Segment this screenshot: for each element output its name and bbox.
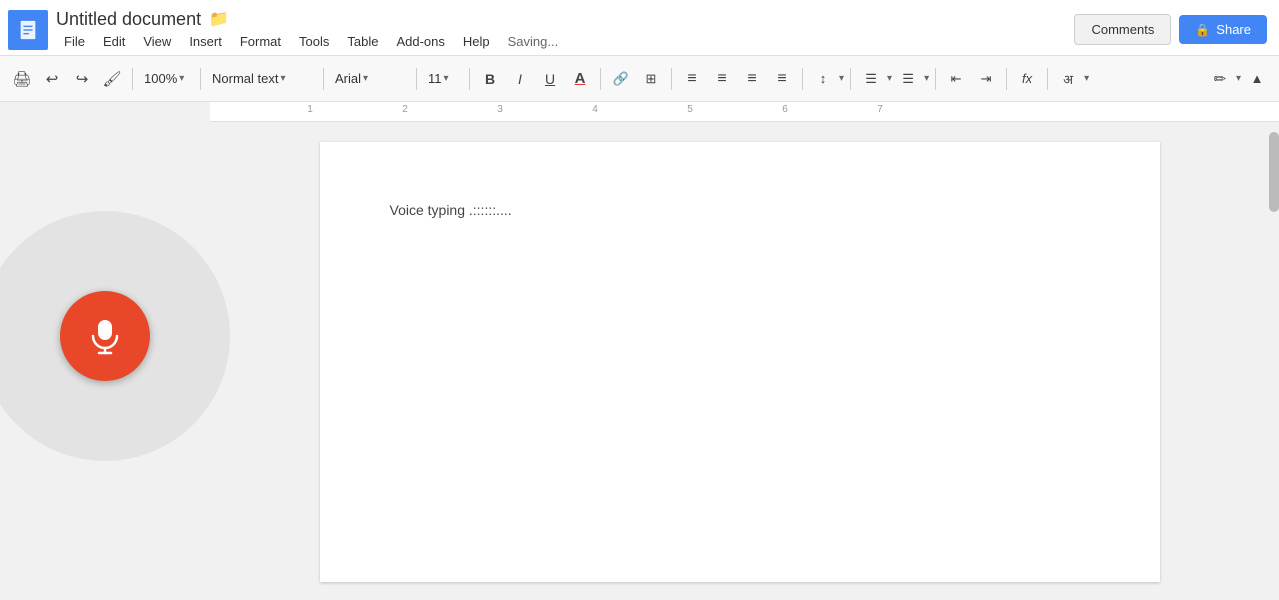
indent-less-button[interactable]: ⇤ bbox=[942, 65, 970, 93]
document-title[interactable]: Untitled document bbox=[56, 9, 201, 30]
menu-addons[interactable]: Add-ons bbox=[388, 32, 452, 51]
style-arrow: ▾ bbox=[280, 73, 285, 84]
ruler-mark-1: 1 bbox=[307, 104, 313, 115]
ruler-mark-4: 4 bbox=[592, 104, 598, 115]
ruler-mark-3: 3 bbox=[497, 104, 503, 115]
bold-button[interactable]: B bbox=[476, 65, 504, 93]
special-arrow: ▾ bbox=[1084, 73, 1089, 84]
zoom-value: 100% bbox=[144, 71, 177, 86]
document-text: Voice typing .::::::.... bbox=[390, 202, 512, 218]
toolbar-divider-5 bbox=[469, 68, 470, 90]
toolbar-divider-9 bbox=[850, 68, 851, 90]
size-select[interactable]: 11 ▾ bbox=[423, 65, 463, 93]
align-right-button[interactable]: ≡ bbox=[738, 65, 766, 93]
menu-table[interactable]: Table bbox=[339, 32, 386, 51]
style-value: Normal text bbox=[212, 71, 278, 86]
menu-file[interactable]: File bbox=[56, 32, 93, 51]
menu-bar: File Edit View Insert Format Tools Table… bbox=[56, 32, 1074, 51]
scrollbar-thumb[interactable] bbox=[1269, 132, 1279, 212]
undo-button[interactable]: ↩ bbox=[38, 65, 66, 93]
num-list-arrow: ▾ bbox=[887, 73, 892, 84]
toolbar-divider-8 bbox=[802, 68, 803, 90]
lock-icon: 🔒 bbox=[1195, 23, 1210, 37]
line-spacing-button[interactable]: ↕ bbox=[809, 65, 837, 93]
toolbar-divider-1 bbox=[132, 68, 133, 90]
ruler-mark-6: 6 bbox=[782, 104, 788, 115]
menu-insert[interactable]: Insert bbox=[181, 32, 230, 51]
underline-button[interactable]: U bbox=[536, 65, 564, 93]
toolbar-divider-12 bbox=[1047, 68, 1048, 90]
toolbar-divider-7 bbox=[671, 68, 672, 90]
zoom-arrow: ▾ bbox=[179, 73, 184, 84]
formula-button[interactable]: fx bbox=[1013, 65, 1041, 93]
text-color-button[interactable]: A bbox=[566, 65, 594, 93]
toolbar-divider-11 bbox=[1006, 68, 1007, 90]
toolbar-divider-2 bbox=[200, 68, 201, 90]
zoom-select[interactable]: 100% ▾ bbox=[139, 65, 194, 93]
saving-status: Saving... bbox=[508, 34, 559, 51]
document-content[interactable]: Voice typing .::::::.... bbox=[390, 202, 1090, 218]
comments-button[interactable]: Comments bbox=[1074, 14, 1171, 45]
print-button[interactable]: 🖨 bbox=[8, 65, 36, 93]
align-center-button[interactable]: ≡ bbox=[708, 65, 736, 93]
voice-typing-overlay bbox=[0, 211, 230, 461]
ruler-mark-2: 2 bbox=[402, 104, 408, 115]
toolbar-divider-4 bbox=[416, 68, 417, 90]
toolbar-divider-6 bbox=[600, 68, 601, 90]
menu-tools[interactable]: Tools bbox=[291, 32, 337, 51]
menu-edit[interactable]: Edit bbox=[95, 32, 133, 51]
size-value: 11 bbox=[428, 71, 442, 86]
font-arrow: ▾ bbox=[363, 73, 368, 84]
style-select[interactable]: Normal text ▾ bbox=[207, 65, 317, 93]
share-button[interactable]: 🔒 Share bbox=[1179, 15, 1267, 44]
sidebar bbox=[0, 122, 210, 600]
indent-more-button[interactable]: ⇥ bbox=[972, 65, 1000, 93]
align-left-button[interactable]: ≡ bbox=[678, 65, 706, 93]
scrollbar[interactable] bbox=[1269, 122, 1279, 600]
share-label: Share bbox=[1216, 22, 1251, 37]
document-area[interactable]: Voice typing .::::::.... bbox=[210, 122, 1269, 600]
collapse-toolbar-button[interactable]: ▲ bbox=[1243, 65, 1271, 93]
size-arrow: ▾ bbox=[444, 73, 449, 84]
pen-button[interactable]: ✏ bbox=[1206, 65, 1234, 93]
bullet-list-arrow: ▾ bbox=[924, 73, 929, 84]
ruler: 1 2 3 4 5 6 7 bbox=[210, 102, 1279, 122]
special-chars-button[interactable]: अ bbox=[1054, 65, 1082, 93]
doc-title-area: Untitled document 📁 File Edit View Inser… bbox=[56, 9, 1074, 51]
paint-format-button[interactable]: 🖌 bbox=[98, 65, 126, 93]
top-right-buttons: Comments 🔒 Share bbox=[1074, 14, 1267, 45]
microphone-button[interactable] bbox=[60, 291, 150, 381]
justify-button[interactable]: ≡ bbox=[768, 65, 796, 93]
bullet-list-button[interactable]: ☰ bbox=[894, 65, 922, 93]
menu-format[interactable]: Format bbox=[232, 32, 289, 51]
font-select[interactable]: Arial ▾ bbox=[330, 65, 410, 93]
app-icon bbox=[8, 10, 48, 50]
numbered-list-button[interactable]: ☰ bbox=[857, 65, 885, 93]
ruler-mark-5: 5 bbox=[687, 104, 693, 115]
toolbar-divider-3 bbox=[323, 68, 324, 90]
toolbar: 🖨 ↩ ↪ 🖌 100% ▾ Normal text ▾ Arial ▾ 11 … bbox=[0, 56, 1279, 102]
line-spacing-arrow: ▾ bbox=[839, 73, 844, 84]
ruler-mark-7: 7 bbox=[877, 104, 883, 115]
menu-view[interactable]: View bbox=[135, 32, 179, 51]
redo-button[interactable]: ↪ bbox=[68, 65, 96, 93]
toolbar-divider-10 bbox=[935, 68, 936, 90]
pen-arrow: ▾ bbox=[1236, 73, 1241, 84]
italic-button[interactable]: I bbox=[506, 65, 534, 93]
link-button[interactable]: 🔗 bbox=[607, 65, 635, 93]
menu-help[interactable]: Help bbox=[455, 32, 498, 51]
main-area: Voice typing .::::::.... bbox=[0, 122, 1279, 600]
folder-icon[interactable]: 📁 bbox=[209, 9, 229, 29]
font-value: Arial bbox=[335, 71, 361, 86]
comment-button[interactable]: ⊞ bbox=[637, 65, 665, 93]
document-page: Voice typing .::::::.... bbox=[320, 142, 1160, 582]
